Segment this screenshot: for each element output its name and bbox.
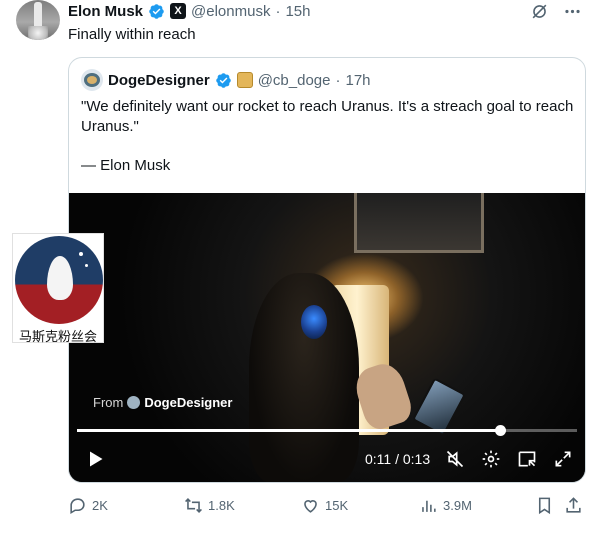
video-player[interactable]: From DogeDesigner 0:11 / 0:13 [69,193,585,482]
watermark-star [79,252,83,256]
tweet-time[interactable]: 15h [285,3,310,20]
pip-icon[interactable] [517,449,537,469]
progress-fill [77,429,500,432]
views-count: 3.9M [443,498,472,513]
source-avatar-icon [127,396,141,409]
bookmark-button[interactable] [535,496,554,515]
fullscreen-icon[interactable] [553,449,573,469]
tweet-action-bar: 2K 1.8K 15K 3.9M [68,496,588,518]
rocket-plume [28,26,48,40]
author-handle[interactable]: @elonmusk [191,3,270,20]
reply-icon [70,498,85,515]
watermark-text: 马斯克粉丝会 [18,330,97,345]
headphone-light [301,305,327,339]
tweet-header: Elon Musk X @elonmusk · 15h [68,0,310,22]
source-name[interactable]: DogeDesigner [144,395,232,410]
video-controls: 0:11 / 0:13 [69,445,585,475]
like-icon [304,500,317,513]
mute-icon[interactable] [445,449,465,469]
video-control-icons [445,449,573,469]
video-time: 0:11 / 0:13 [365,451,431,467]
watermark-logo: 马斯克粉丝会 [12,233,104,345]
doge-affiliation-icon [236,72,253,88]
quote-author-avatar [81,69,103,91]
like-button[interactable]: 15K [301,496,348,515]
quote-header: DogeDesigner @cb_doge · 17h [81,69,371,91]
quoted-tweet-card[interactable]: DogeDesigner @cb_doge · 17h "We definite… [68,57,586,483]
tweet-top-actions [530,0,582,22]
author-name[interactable]: Elon Musk [68,3,143,20]
separator-dot: · [335,71,341,89]
repost-icon [185,498,202,513]
wall-picture-frame [354,193,484,253]
quote-author-name: DogeDesigner [108,71,210,89]
watermark-rocket-shape [47,256,73,300]
video-progress-bar[interactable] [77,425,577,436]
settings-icon[interactable] [481,449,501,469]
more-icon[interactable] [563,2,582,21]
quote-time: 17h [345,71,371,89]
author-avatar[interactable] [16,0,60,40]
bookmark-icon [538,497,551,515]
share-icon [566,497,581,513]
views-button[interactable]: 3.9M [419,496,472,515]
watermark-star [85,264,88,267]
quote-author-handle: @cb_doge [257,71,331,89]
x-affiliation-icon: X [170,3,187,19]
tweet-text: Finally within reach [68,26,196,43]
verified-icon [149,3,164,19]
video-source-attribution[interactable]: From DogeDesigner [93,395,232,410]
from-label: From [93,395,124,410]
repost-button[interactable]: 1.8K [184,496,235,515]
quote-signature: — Elon Musk [81,157,171,174]
reply-button[interactable]: 2K [68,496,108,515]
separator-dot: · [275,2,281,20]
grok-slash-icon[interactable] [530,2,549,21]
views-icon [422,500,436,512]
progress-handle[interactable] [495,425,506,436]
reply-count: 2K [92,498,108,513]
like-count: 15K [325,498,349,513]
watermark-emblem [15,236,103,324]
share-button[interactable] [564,496,583,515]
quote-text: "We definitely want our rocket to reach … [81,98,574,135]
quote-verified-icon [215,72,231,88]
repost-count: 1.8K [208,498,235,513]
play-icon[interactable] [85,449,105,469]
